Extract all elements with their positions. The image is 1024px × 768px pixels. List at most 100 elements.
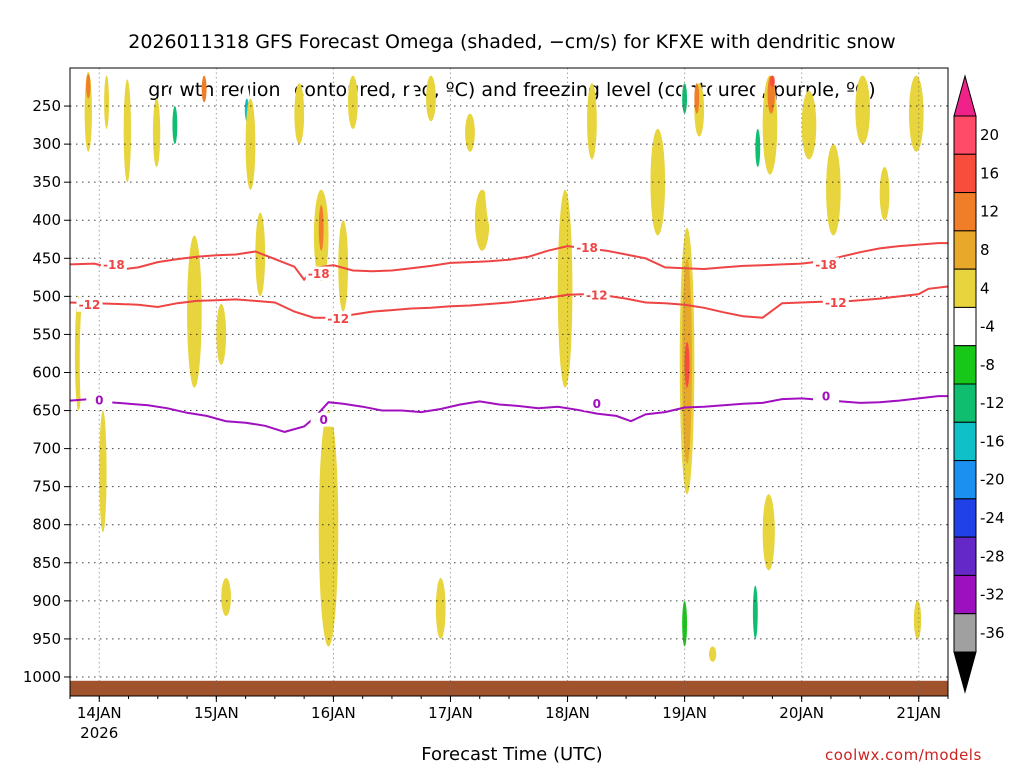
omega-cell-28 xyxy=(284,75,295,129)
omega-cell-7 xyxy=(99,410,107,533)
x-tick-label-14JAN: 14JAN xyxy=(77,704,122,722)
contour-label--18-2: -18 xyxy=(576,241,598,255)
omega-cell-27 xyxy=(279,212,290,388)
y-tick-label-750: 750 xyxy=(32,478,61,496)
colorbar-swatch-12 xyxy=(953,192,977,232)
omega-cell-52 xyxy=(679,75,695,167)
colorbar-swatch--36 xyxy=(953,613,977,653)
omega-shading xyxy=(70,71,948,696)
credit-link[interactable]: coolwx.com/models xyxy=(825,746,982,764)
colorbar-swatch--24 xyxy=(953,498,977,538)
colorbar-label--8: -8 xyxy=(980,356,995,374)
omega-cell-6 xyxy=(89,342,100,571)
omega-cell-36 xyxy=(406,83,417,137)
y-tick-label-650: 650 xyxy=(32,402,61,420)
contour-label-0-2: 0 xyxy=(593,397,601,411)
omega-cell-26 xyxy=(265,121,280,312)
x-tick-label-21JAN: 21JAN xyxy=(896,704,941,722)
omega-cell-48 xyxy=(596,372,607,495)
y-tick-label-900: 900 xyxy=(32,592,61,610)
chart-canvas: -18 -18 -18 -18 -12 -12 -12 -12 0 0 0 0 250 300 350 40… xyxy=(23,67,1005,740)
omega-cell-42 xyxy=(484,106,505,236)
contour-label-0-1: 0 xyxy=(319,413,327,427)
colorbar-swatch--32 xyxy=(953,574,977,615)
contour-label--12-1: -12 xyxy=(327,312,349,326)
contour-label--18-1: -18 xyxy=(308,267,330,281)
y-tick-label-1000: 1000 xyxy=(23,668,61,686)
y-tick-label-450: 450 xyxy=(32,249,61,267)
omega-cell-19 xyxy=(230,205,246,365)
omega-cell-47 xyxy=(587,83,597,160)
omega-cell-39 xyxy=(438,364,444,403)
omega-cell-17 xyxy=(201,75,207,103)
y-tick-label-800: 800 xyxy=(32,516,61,534)
omega-cell-80 xyxy=(913,600,922,639)
omega-cell-9 xyxy=(138,83,146,236)
colorbar-label--24: -24 xyxy=(980,509,1005,527)
y-tick-label-950: 950 xyxy=(32,630,61,648)
omega-cell-71 xyxy=(762,494,775,571)
omega-cell-44 xyxy=(528,189,558,388)
omega-cell-75 xyxy=(826,144,841,236)
colorbar-swatch--8 xyxy=(953,345,977,385)
colorbar-bottom-arrow xyxy=(953,651,977,694)
colorbar-label-4: 4 xyxy=(980,279,990,297)
omega-cell-35 xyxy=(372,273,383,343)
y-tick-label-250: 250 xyxy=(32,97,61,115)
omega-cell-65 xyxy=(755,128,761,167)
omega-cell-29 xyxy=(294,83,305,145)
colorbar-label--20: -20 xyxy=(980,471,1005,489)
omega-cell-74 xyxy=(801,90,817,160)
omega-cell-18 xyxy=(211,578,222,624)
omega-cell-4 xyxy=(70,144,83,190)
contour-label--12-0: -12 xyxy=(79,298,101,312)
colorbar: 20 16 12 8 4 -4 -8 -12 -16 -20 -24 -28 -32 -36 xyxy=(953,74,1005,694)
omega-cell-12 xyxy=(172,106,178,145)
contour-label-0-0: 0 xyxy=(95,393,103,407)
omega-cell-15 xyxy=(191,425,200,464)
colorbar-swatch-16 xyxy=(953,153,977,194)
y-tick-label-300: 300 xyxy=(32,135,61,153)
y-tick-label-700: 700 xyxy=(32,440,61,458)
omega-cell-1 xyxy=(86,74,91,99)
omega-cell-43 xyxy=(513,570,524,670)
omega-cell-79 xyxy=(908,75,924,152)
y-tick-label-400: 400 xyxy=(32,211,61,229)
colorbar-label-8: 8 xyxy=(980,241,990,259)
colorbar-swatch--28 xyxy=(953,536,977,576)
omega-cell-56 xyxy=(684,342,690,388)
colorbar-label--36: -36 xyxy=(980,624,1005,642)
x-tick-label-19JAN: 19JAN xyxy=(662,704,707,722)
contour-label--18-3: -18 xyxy=(815,258,837,272)
y-tick-label-550: 550 xyxy=(32,325,61,343)
omega-cell-40 xyxy=(465,113,475,152)
omega-cell-32 xyxy=(318,410,339,647)
omega-cell-13 xyxy=(182,166,190,221)
omega-cell-58 xyxy=(694,83,700,114)
omega-cell-8 xyxy=(123,79,131,183)
colorbar-label--4: -4 xyxy=(980,318,995,336)
contour-line--12 xyxy=(69,285,949,319)
colorbar-swatch-20 xyxy=(953,115,977,155)
colorbar-top-arrow xyxy=(953,74,977,117)
contour-label--12-3: -12 xyxy=(825,296,847,310)
colorbar-swatch--20 xyxy=(953,460,977,500)
contour-label-0-3: 0 xyxy=(822,390,830,404)
x-tick-label-17JAN: 17JAN xyxy=(428,704,473,722)
omega-cell-31 xyxy=(318,205,324,251)
colorbar-swatch-8 xyxy=(953,230,977,270)
omega-cell-2 xyxy=(104,75,110,129)
omega-cell-38 xyxy=(435,578,446,639)
omega-cell-72 xyxy=(767,342,778,449)
omega-cell-73 xyxy=(782,174,802,236)
omega-cell-21 xyxy=(221,578,231,617)
y-tick-label-350: 350 xyxy=(32,173,61,191)
omega-cell-70 xyxy=(752,585,758,639)
x-tick-label-15JAN: 15JAN xyxy=(194,704,239,722)
contour-label--12-2: -12 xyxy=(586,288,608,302)
omega-cell-34 xyxy=(348,75,358,129)
colorbar-swatch-4 xyxy=(953,268,977,308)
colorbar-swatch--16 xyxy=(953,421,977,462)
omega-cell-10 xyxy=(152,98,161,167)
omega-cell-45 xyxy=(557,189,573,388)
